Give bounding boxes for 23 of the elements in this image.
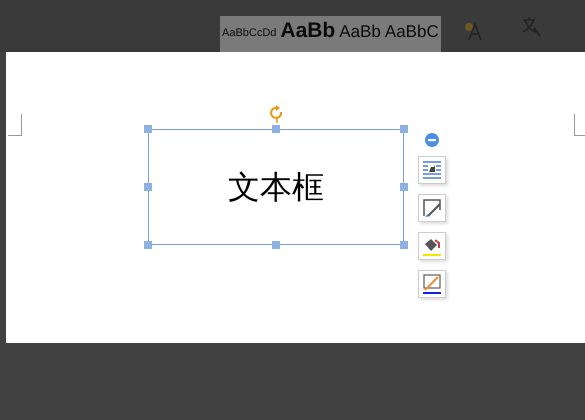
fill-bucket-button[interactable] bbox=[418, 232, 446, 260]
pen-shape-button[interactable] bbox=[418, 194, 446, 222]
style-preview[interactable]: AaBb bbox=[339, 20, 381, 48]
resize-handle[interactable] bbox=[400, 183, 408, 191]
resize-handle[interactable] bbox=[144, 241, 152, 249]
text-box[interactable]: 文本框 bbox=[148, 129, 404, 245]
resize-handle[interactable] bbox=[144, 183, 152, 191]
collapse-icon[interactable] bbox=[425, 133, 439, 147]
text-box-text: 文本框 bbox=[228, 167, 324, 208]
resize-handle[interactable] bbox=[400, 241, 408, 249]
resize-handle[interactable] bbox=[144, 125, 152, 133]
text-tools-icon[interactable] bbox=[520, 14, 542, 38]
layout-options-button[interactable] bbox=[418, 156, 446, 184]
outline-pen-button[interactable] bbox=[418, 270, 446, 298]
resize-handle[interactable] bbox=[272, 125, 280, 133]
resize-handle[interactable] bbox=[272, 241, 280, 249]
style-preview[interactable]: AaBbCcDd bbox=[222, 20, 276, 48]
margin-corner-mark bbox=[8, 114, 22, 136]
margin-corner-mark bbox=[574, 114, 585, 136]
rotate-handle-icon[interactable] bbox=[269, 105, 285, 123]
style-preview[interactable]: AaBb bbox=[280, 20, 336, 48]
resize-handle[interactable] bbox=[400, 125, 408, 133]
style-preview[interactable]: AaBbC bbox=[384, 20, 439, 48]
